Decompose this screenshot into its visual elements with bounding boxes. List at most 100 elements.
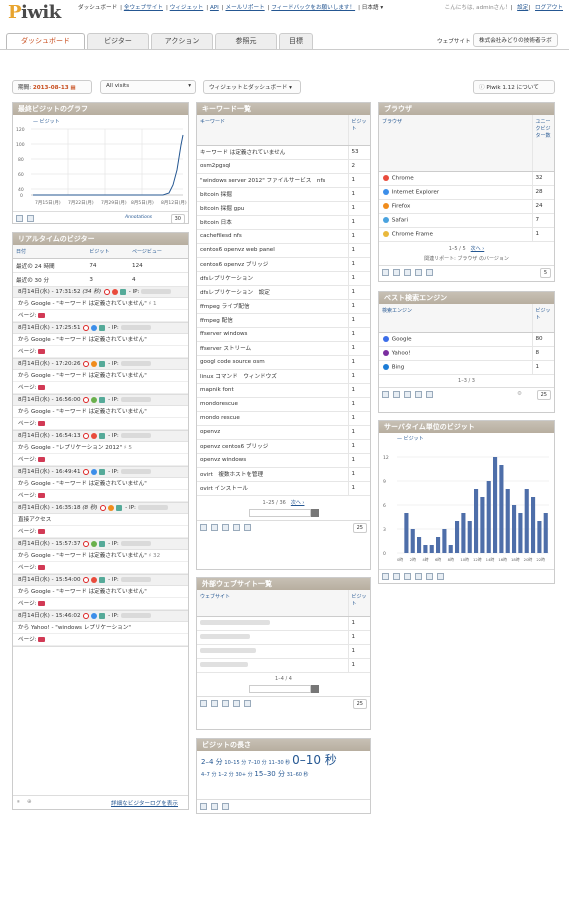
- folder-icon[interactable]: [38, 349, 46, 354]
- col-keyword[interactable]: キーワード: [197, 115, 348, 146]
- settings-link[interactable]: 設定: [517, 5, 528, 11]
- col-pageviews[interactable]: ページビュー: [129, 245, 188, 259]
- bar[interactable]: [493, 457, 498, 553]
- tag-cloud-icon[interactable]: [200, 803, 207, 810]
- cloud-item[interactable]: 1–2 分: [218, 772, 233, 778]
- bar[interactable]: [524, 489, 529, 553]
- table-row[interactable]: ffmpeg ライブ配信 1: [197, 299, 370, 314]
- table-view-icon[interactable]: [211, 803, 218, 810]
- cloud-item[interactable]: 0–10 秒: [292, 753, 337, 767]
- search-icon[interactable]: [310, 508, 319, 517]
- tag-cloud-icon[interactable]: [244, 699, 251, 707]
- folder-icon[interactable]: [38, 313, 46, 318]
- cloud-item[interactable]: 31–60 秒: [287, 772, 309, 778]
- tab-referrers[interactable]: 参照元: [215, 33, 277, 49]
- table-row[interactable]: ovirt インストール 1: [197, 481, 370, 496]
- widget-title[interactable]: ビジットの長さ: [197, 739, 370, 751]
- bar[interactable]: [518, 513, 523, 553]
- visit-referrer[interactable]: 直接アクセス: [13, 514, 188, 526]
- segment-selector[interactable]: All visits ▾: [100, 80, 196, 94]
- more-visitor-log-link[interactable]: 詳細なビジターログを表示: [111, 799, 178, 807]
- table-view-icon[interactable]: [382, 268, 389, 276]
- tag-cloud-icon[interactable]: [426, 268, 433, 276]
- bar-chart-icon[interactable]: [233, 523, 240, 531]
- bar[interactable]: [531, 497, 536, 553]
- table-row[interactable]: mondo rescue 1: [197, 411, 370, 426]
- folder-icon[interactable]: [38, 457, 46, 462]
- widget-title[interactable]: リアルタイムのビジター: [13, 233, 188, 245]
- topnav-api[interactable]: API: [210, 5, 219, 11]
- bar[interactable]: [429, 545, 434, 553]
- bar-chart-icon[interactable]: [415, 390, 422, 398]
- table-row[interactable]: Yahoo! 8: [379, 346, 554, 361]
- pie-chart-icon[interactable]: [222, 699, 229, 707]
- period-count-select[interactable]: 30: [170, 214, 185, 224]
- bar-chart-icon[interactable]: [233, 699, 240, 707]
- tag-cloud-icon[interactable]: [426, 573, 433, 580]
- search-icon[interactable]: [310, 684, 319, 693]
- bar[interactable]: [436, 537, 441, 553]
- table-row[interactable]: ovirt 複数ホストを管理 1: [197, 467, 370, 482]
- search-box[interactable]: [197, 684, 370, 693]
- widget-dashboard-menu[interactable]: ウィジェットとダッシュボード ▾: [203, 80, 301, 94]
- bar-chart-icon[interactable]: [415, 573, 422, 580]
- table-row[interactable]: キーワード は定義されていません 53: [197, 145, 370, 160]
- col-search-engine[interactable]: 検索エンジン: [379, 304, 532, 333]
- limit-select[interactable]: 25: [536, 389, 551, 400]
- language-select[interactable]: 日本語 ▾: [362, 5, 383, 11]
- period-selector[interactable]: 期間: 2013-08-13 ▦: [12, 80, 92, 94]
- table-more-icon[interactable]: [211, 523, 218, 531]
- limit-select[interactable]: 25: [352, 522, 367, 533]
- table-row[interactable]: ffserver windows 1: [197, 327, 370, 342]
- bar[interactable]: [480, 497, 485, 553]
- visit-referrer[interactable]: から Google - "キーワード は定義されていません" ♯ 1: [13, 298, 188, 310]
- tab-visitors[interactable]: ビジター: [87, 33, 149, 49]
- visit-referrer[interactable]: から Google - "キーワード は定義されていません": [13, 406, 188, 418]
- folder-icon[interactable]: [38, 421, 46, 426]
- widget-title[interactable]: ブラウザ: [379, 103, 554, 115]
- table-row[interactable]: Chrome Frame 1: [379, 227, 554, 242]
- bar[interactable]: [467, 521, 472, 553]
- bar[interactable]: [474, 489, 479, 553]
- table-row[interactable]: Google 80: [379, 332, 554, 347]
- table-row[interactable]: 1: [197, 630, 370, 645]
- table-row[interactable]: centos6 openvz web panel 1: [197, 243, 370, 258]
- widget-title[interactable]: キーワード一覧: [197, 103, 370, 115]
- folder-icon[interactable]: [38, 493, 46, 498]
- next-page-link[interactable]: 次へ ›: [471, 246, 485, 252]
- topnav-dashboard[interactable]: ダッシュボード: [78, 5, 117, 11]
- cloud-item[interactable]: 4–7 分: [201, 772, 216, 778]
- table-row[interactable]: Internet Explorer 28: [379, 185, 554, 200]
- bar[interactable]: [423, 545, 428, 553]
- col-date[interactable]: 日付: [13, 245, 87, 259]
- table-row[interactable]: openvz centos6 ブリッジ 1: [197, 439, 370, 454]
- tab-actions[interactable]: アクション: [151, 33, 213, 49]
- topnav-email-reports[interactable]: メールリポート: [225, 5, 264, 11]
- table-row[interactable]: mapnik font 1: [197, 383, 370, 398]
- visit-referrer[interactable]: から Google - "キーワード は定義されていません" ♯ 32: [13, 550, 188, 562]
- folder-icon[interactable]: [38, 601, 46, 606]
- folder-icon[interactable]: [38, 385, 46, 390]
- play-icon[interactable]: ⊕: [27, 799, 32, 805]
- bar[interactable]: [537, 521, 542, 553]
- cloud-item[interactable]: 11–30 秒: [268, 760, 290, 766]
- bar[interactable]: [442, 529, 447, 553]
- widget-title[interactable]: ベスト検索エンジン: [379, 292, 554, 304]
- table-row[interactable]: 1: [197, 658, 370, 673]
- table-row[interactable]: bitcoin 採掘 gpu 1: [197, 201, 370, 216]
- widget-title[interactable]: 最終ビジットのグラフ: [13, 103, 188, 115]
- table-row[interactable]: Firefox 24: [379, 199, 554, 214]
- tag-cloud-icon[interactable]: [244, 523, 251, 531]
- col-website[interactable]: ウェブサイト: [197, 590, 348, 617]
- export-image-icon[interactable]: [27, 215, 34, 222]
- tab-goals[interactable]: 目標: [279, 33, 313, 49]
- bar[interactable]: [486, 481, 491, 553]
- export-image-icon[interactable]: [437, 573, 444, 580]
- table-view-icon[interactable]: [200, 699, 207, 707]
- cloud-item[interactable]: 30+ 分: [235, 772, 252, 778]
- bar[interactable]: [417, 537, 422, 553]
- table-row[interactable]: bitcoin 日本 1: [197, 215, 370, 230]
- table-row[interactable]: centos6 openvz ブリッジ 1: [197, 257, 370, 272]
- table-row[interactable]: openvz 1: [197, 425, 370, 440]
- pie-chart-icon[interactable]: [404, 573, 411, 580]
